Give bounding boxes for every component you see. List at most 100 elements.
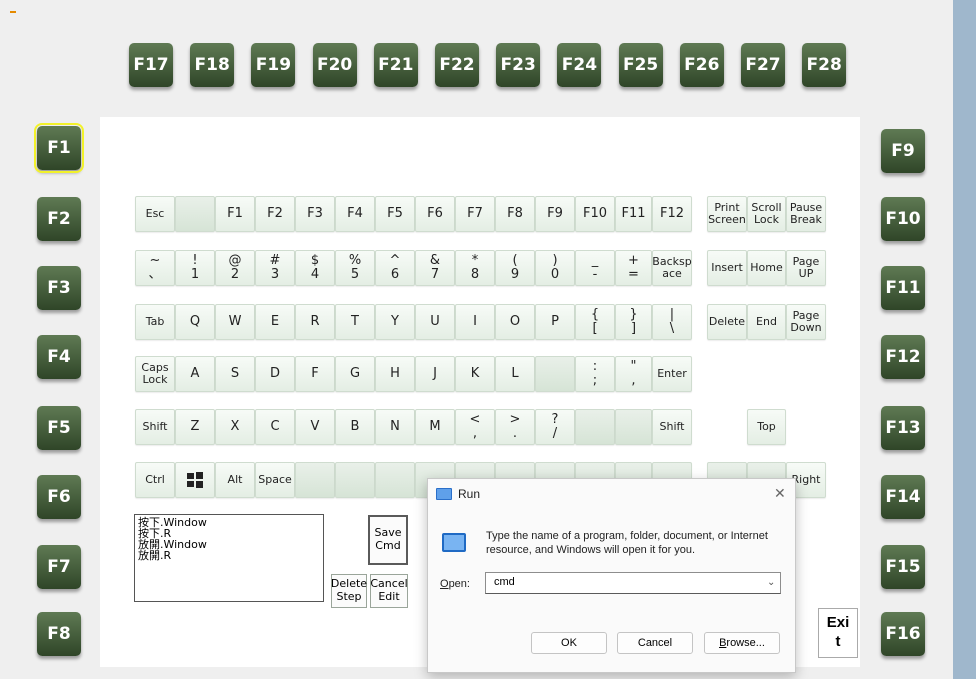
key-end[interactable]: End xyxy=(747,304,786,340)
fkey-f14[interactable]: F14 xyxy=(881,475,925,519)
fkey-f19[interactable]: F19 xyxy=(251,43,296,87)
fkey-f1[interactable]: F1 xyxy=(34,123,84,173)
key-g[interactable]: G xyxy=(335,356,375,392)
fkey-f28[interactable]: F28 xyxy=(802,43,847,87)
fkey-f13[interactable]: F13 xyxy=(881,406,925,450)
key-y[interactable]: Y xyxy=(375,304,415,340)
key-u[interactable]: U xyxy=(415,304,455,340)
key-][interactable]: }] xyxy=(615,304,652,340)
key-UP[interactable]: Page UP xyxy=(786,250,826,286)
key-o[interactable]: O xyxy=(495,304,535,340)
key-Break[interactable]: Pause Break xyxy=(786,196,826,232)
fkey-f8[interactable]: F8 xyxy=(37,612,81,656)
fkey-f22[interactable]: F22 xyxy=(435,43,479,87)
fkey-f5[interactable]: F5 xyxy=(37,406,81,450)
key-blank[interactable] xyxy=(375,462,415,498)
key-r[interactable]: R xyxy=(295,304,335,340)
key-t[interactable]: T xyxy=(335,304,375,340)
key-s[interactable]: S xyxy=(215,356,255,392)
key-z[interactable]: Z xyxy=(175,409,215,445)
fkey-f12[interactable]: F12 xyxy=(881,335,925,379)
key-blank[interactable] xyxy=(295,462,335,498)
key-[[interactable]: {[ xyxy=(575,304,615,340)
key-x[interactable]: X xyxy=(215,409,255,445)
key-Lock[interactable]: Scroll Lock xyxy=(747,196,786,232)
key-blank[interactable] xyxy=(575,409,615,445)
key-1[interactable]: ! 1 xyxy=(175,250,215,286)
key-7[interactable]: & 7 xyxy=(415,250,455,286)
key-f4[interactable]: F4 xyxy=(335,196,375,232)
key-f8[interactable]: F8 xyxy=(495,196,535,232)
key-f12[interactable]: F12 xyxy=(652,196,692,232)
key-n[interactable]: N xyxy=(375,409,415,445)
key-Lock[interactable]: Caps Lock xyxy=(135,356,175,392)
key-q[interactable]: Q xyxy=(175,304,215,340)
key-p[interactable]: P xyxy=(535,304,575,340)
key-f2[interactable]: F2 xyxy=(255,196,295,232)
key-f7[interactable]: F7 xyxy=(455,196,495,232)
key-m[interactable]: M xyxy=(415,409,455,445)
key-i[interactable]: I xyxy=(455,304,495,340)
fkey-f18[interactable]: F18 xyxy=(190,43,235,87)
key-5[interactable]: % 5 xyxy=(335,250,375,286)
key-=[interactable]: + = xyxy=(615,250,652,286)
key-blank[interactable] xyxy=(175,196,215,232)
key-9[interactable]: (9 xyxy=(495,250,535,286)
fkey-f24[interactable]: F24 xyxy=(557,43,602,87)
fkey-f2[interactable]: F2 xyxy=(37,197,81,241)
key-/[interactable]: ? / xyxy=(535,409,575,445)
key-l[interactable]: L xyxy=(495,356,535,392)
key-、[interactable]: ~、 xyxy=(135,250,175,286)
key-f10[interactable]: F10 xyxy=(575,196,615,232)
key-f11[interactable]: F11 xyxy=(615,196,652,232)
key-f3[interactable]: F3 xyxy=(295,196,335,232)
fkey-f9[interactable]: F9 xyxy=(881,129,925,173)
fkey-f25[interactable]: F25 xyxy=(618,43,663,87)
key-h[interactable]: H xyxy=(375,356,415,392)
key-4[interactable]: $4 xyxy=(295,250,335,286)
key-,[interactable]: ", xyxy=(615,356,652,392)
key-insert[interactable]: Insert xyxy=(707,250,747,286)
fkey-f21[interactable]: F21 xyxy=(373,43,418,87)
open-input[interactable]: cmd xyxy=(485,572,781,594)
key-blank[interactable] xyxy=(335,462,375,498)
delete-step-button[interactable]: Delete Step xyxy=(331,574,367,608)
cancel-button[interactable]: Cancel xyxy=(617,632,693,654)
key-Screen[interactable]: Print Screen xyxy=(707,196,747,232)
key-8[interactable]: * 8 xyxy=(455,250,495,286)
fkey-f20[interactable]: F20 xyxy=(312,43,357,87)
key-enter[interactable]: Enter xyxy=(652,356,692,392)
key-shift[interactable]: Shift xyxy=(652,409,692,445)
fkey-f26[interactable]: F26 xyxy=(679,43,724,87)
key-ace[interactable]: Backsp ace xyxy=(652,250,692,286)
fkey-f6[interactable]: F6 xyxy=(37,475,81,519)
key-home[interactable]: Home xyxy=(747,250,786,286)
exit-button[interactable]: Exi t xyxy=(818,608,858,658)
chevron-down-icon[interactable]: ⌄ xyxy=(767,577,775,588)
key-0[interactable]: ) 0 xyxy=(535,250,575,286)
key-f9[interactable]: F9 xyxy=(535,196,575,232)
fkey-f23[interactable]: F23 xyxy=(496,43,541,87)
ok-button[interactable]: OK xyxy=(531,632,607,654)
key-v[interactable]: V xyxy=(295,409,335,445)
key-e[interactable]: E xyxy=(255,304,295,340)
fkey-f10[interactable]: F10 xyxy=(881,197,925,241)
fkey-f16[interactable]: F16 xyxy=(881,612,925,656)
key-6[interactable]: ^ 6 xyxy=(375,250,415,286)
key-3[interactable]: #3 xyxy=(255,250,295,286)
key-Down[interactable]: Page Down xyxy=(786,304,826,340)
key-blank[interactable] xyxy=(615,409,652,445)
key-alt[interactable]: Alt xyxy=(215,462,255,498)
key-tab[interactable]: Tab xyxy=(135,304,175,340)
fkey-f7[interactable]: F7 xyxy=(37,545,81,589)
fkey-f17[interactable]: F17 xyxy=(129,43,173,87)
cancel-edit-button[interactable]: Cancel Edit xyxy=(370,574,408,608)
key-\[interactable]: | \ xyxy=(652,304,692,340)
key-,[interactable]: <, xyxy=(455,409,495,445)
key-top[interactable]: Top xyxy=(747,409,786,445)
fkey-f27[interactable]: F27 xyxy=(741,43,785,87)
key-esc[interactable]: Esc xyxy=(135,196,175,232)
key-ctrl[interactable]: Ctrl xyxy=(135,462,175,498)
key-windows[interactable] xyxy=(175,462,215,498)
fkey-f4[interactable]: F4 xyxy=(37,335,81,379)
